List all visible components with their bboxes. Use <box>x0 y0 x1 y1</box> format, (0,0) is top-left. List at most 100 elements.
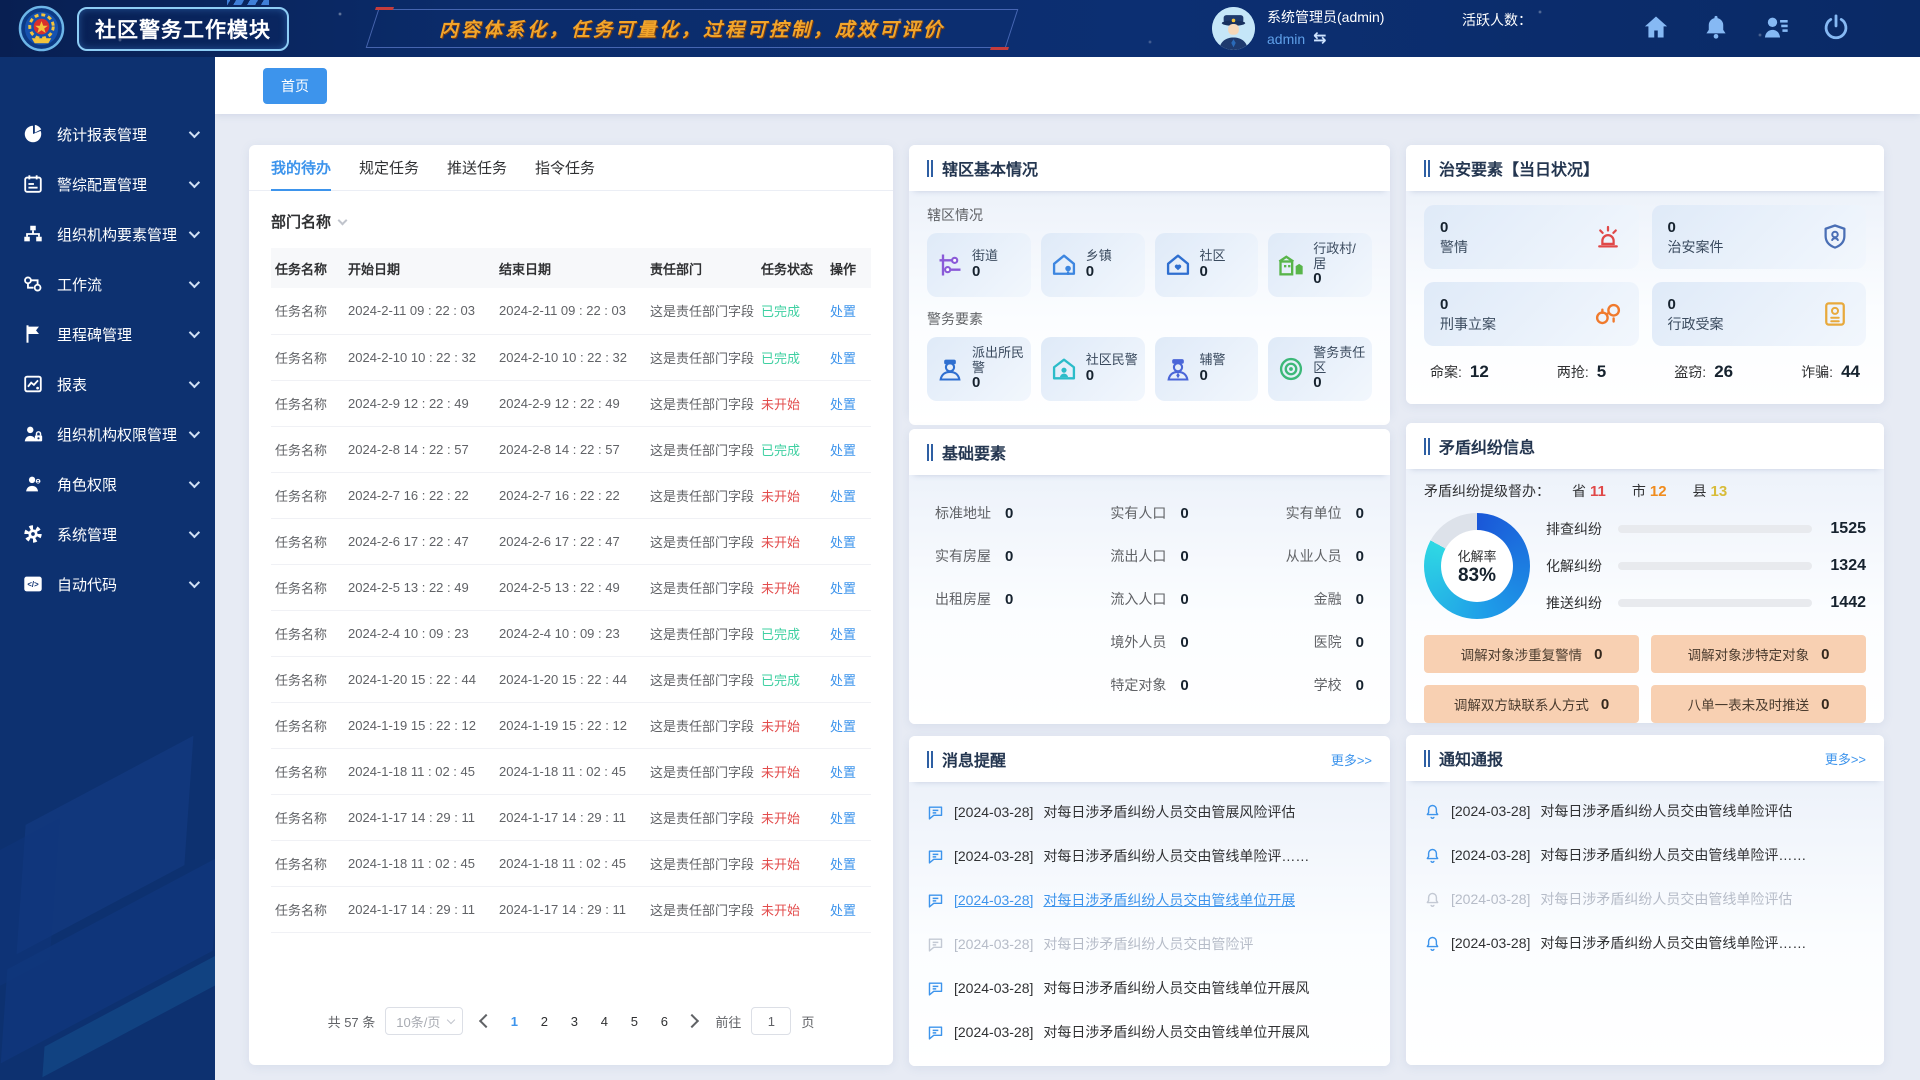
tab-home[interactable]: 首页 <box>263 68 327 104</box>
message-item[interactable]: [2024-03-28] 对每日涉矛盾纠纷人员交由管线单险评…… <box>927 834 1372 878</box>
sidebar-item-label: 角色权限 <box>57 474 117 495</box>
sidebar-item-org-elements[interactable]: 组织机构要素管理 <box>0 209 215 259</box>
dispute-pill-stat[interactable]: 调解对象涉重复警情 0 <box>1424 635 1639 673</box>
stat-label: 出租房屋 <box>935 589 991 609</box>
task-action-link[interactable]: 处置 <box>830 304 856 319</box>
chat-bubble-icon <box>927 980 944 997</box>
notice-item[interactable]: [2024-03-28] 对每日涉矛盾纠纷人员交由管线单险评估 <box>1424 877 1866 921</box>
notice-item[interactable]: [2024-03-28] 对每日涉矛盾纠纷人员交由管线单险评…… <box>1424 921 1866 965</box>
home-icon[interactable] <box>1642 13 1670 41</box>
more-link[interactable]: 更多>> <box>1825 749 1866 768</box>
stat-card-administrative-cases[interactable]: 0行政受案 <box>1652 282 1867 346</box>
sidebar-item-milestones[interactable]: 里程碑管理 <box>0 309 215 359</box>
message-item[interactable]: [2024-03-28] 对每日涉矛盾纠纷人员交由管险评 <box>927 922 1372 966</box>
avatar[interactable] <box>1212 7 1255 50</box>
panel-title: 基础要素 <box>942 440 1006 464</box>
goto-page-input[interactable] <box>751 1007 791 1035</box>
task-name: 任务名称 <box>271 610 344 656</box>
prev-page-icon[interactable] <box>479 1014 493 1028</box>
page-number[interactable]: 3 <box>561 1008 587 1034</box>
more-link[interactable]: 更多>> <box>1331 750 1372 769</box>
sidebar-item-reports[interactable]: 报表 <box>0 359 215 409</box>
message-date: [2024-03-28] <box>954 848 1033 864</box>
stat-value: 0 <box>1594 646 1602 663</box>
task-name: 任务名称 <box>271 886 344 932</box>
message-item[interactable]: [2024-03-28] 对每日涉矛盾纠纷人员交由管展风险评估 <box>927 790 1372 834</box>
notice-item[interactable]: [2024-03-28] 对每日涉矛盾纠纷人员交由管线单险评…… <box>1424 833 1866 877</box>
chevron-down-icon <box>189 427 200 438</box>
chevron-down-icon <box>447 1015 455 1023</box>
user-cluster[interactable]: 系统管理员(admin) admin ⇆ <box>1212 7 1384 50</box>
task-start-date: 2024-2-6 17 : 22 : 47 <box>344 518 495 564</box>
task-tab[interactable]: 推送任务 <box>447 145 507 191</box>
dispute-pill-stat[interactable]: 调解双方缺联系人方式 0 <box>1424 685 1639 723</box>
task-name: 任务名称 <box>271 380 344 426</box>
task-action-link[interactable]: 处置 <box>830 903 856 918</box>
page-number[interactable]: 6 <box>651 1008 677 1034</box>
stat-card-community-police[interactable]: 社区民警0 <box>1041 337 1145 401</box>
page-number[interactable]: 1 <box>501 1008 527 1034</box>
switch-user-icon[interactable]: ⇆ <box>1313 27 1326 50</box>
stat-value: 0 <box>1180 634 1188 651</box>
task-action-link[interactable]: 处置 <box>830 765 856 780</box>
task-action-link[interactable]: 处置 <box>830 581 856 596</box>
task-action-link[interactable]: 处置 <box>830 489 856 504</box>
bar-value: 1324 <box>1822 557 1866 575</box>
message-item[interactable]: [2024-03-28] 对每日涉矛盾纠纷人员交由管线单位开展风 <box>927 1010 1372 1054</box>
message-item[interactable]: [2024-03-28] 对每日涉矛盾纠纷人员交由管线单位开展风 <box>927 966 1372 1010</box>
page-number[interactable]: 5 <box>621 1008 647 1034</box>
task-name: 任务名称 <box>271 840 344 886</box>
page-numbers: 123456 <box>501 1008 677 1034</box>
task-tab[interactable]: 指令任务 <box>535 145 595 191</box>
sidebar-item-label: 系统管理 <box>57 524 117 545</box>
stat-card-community[interactable]: 社区0 <box>1155 233 1259 297</box>
stat-card-police-zone[interactable]: 警务责任区0 <box>1268 337 1372 401</box>
task-action-link[interactable]: 处置 <box>830 397 856 412</box>
notice-item[interactable]: [2024-03-28] 对每日涉矛盾纠纷人员交由管线单险评估 <box>1424 789 1866 833</box>
sidebar-item-system-management[interactable]: 系统管理 <box>0 509 215 559</box>
stat-card-alerts[interactable]: 0警情 <box>1424 205 1639 269</box>
sidebar-item-workflow[interactable]: 工作流 <box>0 259 215 309</box>
power-icon[interactable] <box>1822 13 1850 41</box>
page-size-select[interactable]: 10条/页 <box>385 1007 463 1035</box>
stat-card-station-police[interactable]: 派出所民警0 <box>927 337 1031 401</box>
stat-value: 0 <box>1440 218 1468 238</box>
sidebar-item-role-permissions[interactable]: 角色权限 <box>0 459 215 509</box>
task-tab[interactable]: 规定任务 <box>359 145 419 191</box>
sidebar-item-statistical-reports[interactable]: 统计报表管理 <box>0 109 215 159</box>
dispute-pill-stat[interactable]: 八单一表未及时推送 0 <box>1651 685 1866 723</box>
sitemap-icon <box>22 223 44 245</box>
page-number[interactable]: 4 <box>591 1008 617 1034</box>
task-action-link[interactable]: 处置 <box>830 627 856 642</box>
bell-icon[interactable] <box>1702 13 1730 41</box>
stat-card-auxiliary-police[interactable]: 辅警0 <box>1155 337 1259 401</box>
message-item[interactable]: [2024-03-28] 对每日涉矛盾纠纷人员交由管线单位开展 <box>927 878 1372 922</box>
task-action-link[interactable]: 处置 <box>830 673 856 688</box>
message-text: 对每日涉矛盾纠纷人员交由管险评 <box>1043 934 1253 954</box>
stat-card-criminal-cases[interactable]: 0刑事立案 <box>1424 282 1639 346</box>
task-status: 未开始 <box>761 397 800 412</box>
house-heart-icon <box>1164 251 1192 279</box>
task-action-link[interactable]: 处置 <box>830 719 856 734</box>
message-text: 对每日涉矛盾纠纷人员交由管线单位开展 <box>1043 890 1295 910</box>
stat-card-public-security-cases[interactable]: 0治安案件 <box>1652 205 1867 269</box>
task-action-link[interactable]: 处置 <box>830 443 856 458</box>
task-action-link[interactable]: 处置 <box>830 535 856 550</box>
task-name: 任务名称 <box>271 656 344 702</box>
stat-card-village[interactable]: 行政村/居0 <box>1268 233 1372 297</box>
stat-value: 0 <box>1440 295 1496 315</box>
dispute-pill-stat[interactable]: 调解对象涉特定对象 0 <box>1651 635 1866 673</box>
sidebar-item-org-permissions[interactable]: 组织机构权限管理 <box>0 409 215 459</box>
sidebar-item-auto-code[interactable]: </> 自动代码 <box>0 559 215 609</box>
stat-card-township[interactable]: 乡镇0 <box>1041 233 1145 297</box>
user-list-icon[interactable] <box>1762 13 1790 41</box>
stat-card-street[interactable]: 街道0 <box>927 233 1031 297</box>
task-tab[interactable]: 我的待办 <box>271 145 331 191</box>
next-page-icon[interactable] <box>685 1014 699 1028</box>
task-action-link[interactable]: 处置 <box>830 857 856 872</box>
sidebar-item-police-config[interactable]: 警综配置管理 <box>0 159 215 209</box>
task-action-link[interactable]: 处置 <box>830 811 856 826</box>
task-action-link[interactable]: 处置 <box>830 351 856 366</box>
dept-filter[interactable]: 部门名称 <box>249 191 893 242</box>
page-number[interactable]: 2 <box>531 1008 557 1034</box>
